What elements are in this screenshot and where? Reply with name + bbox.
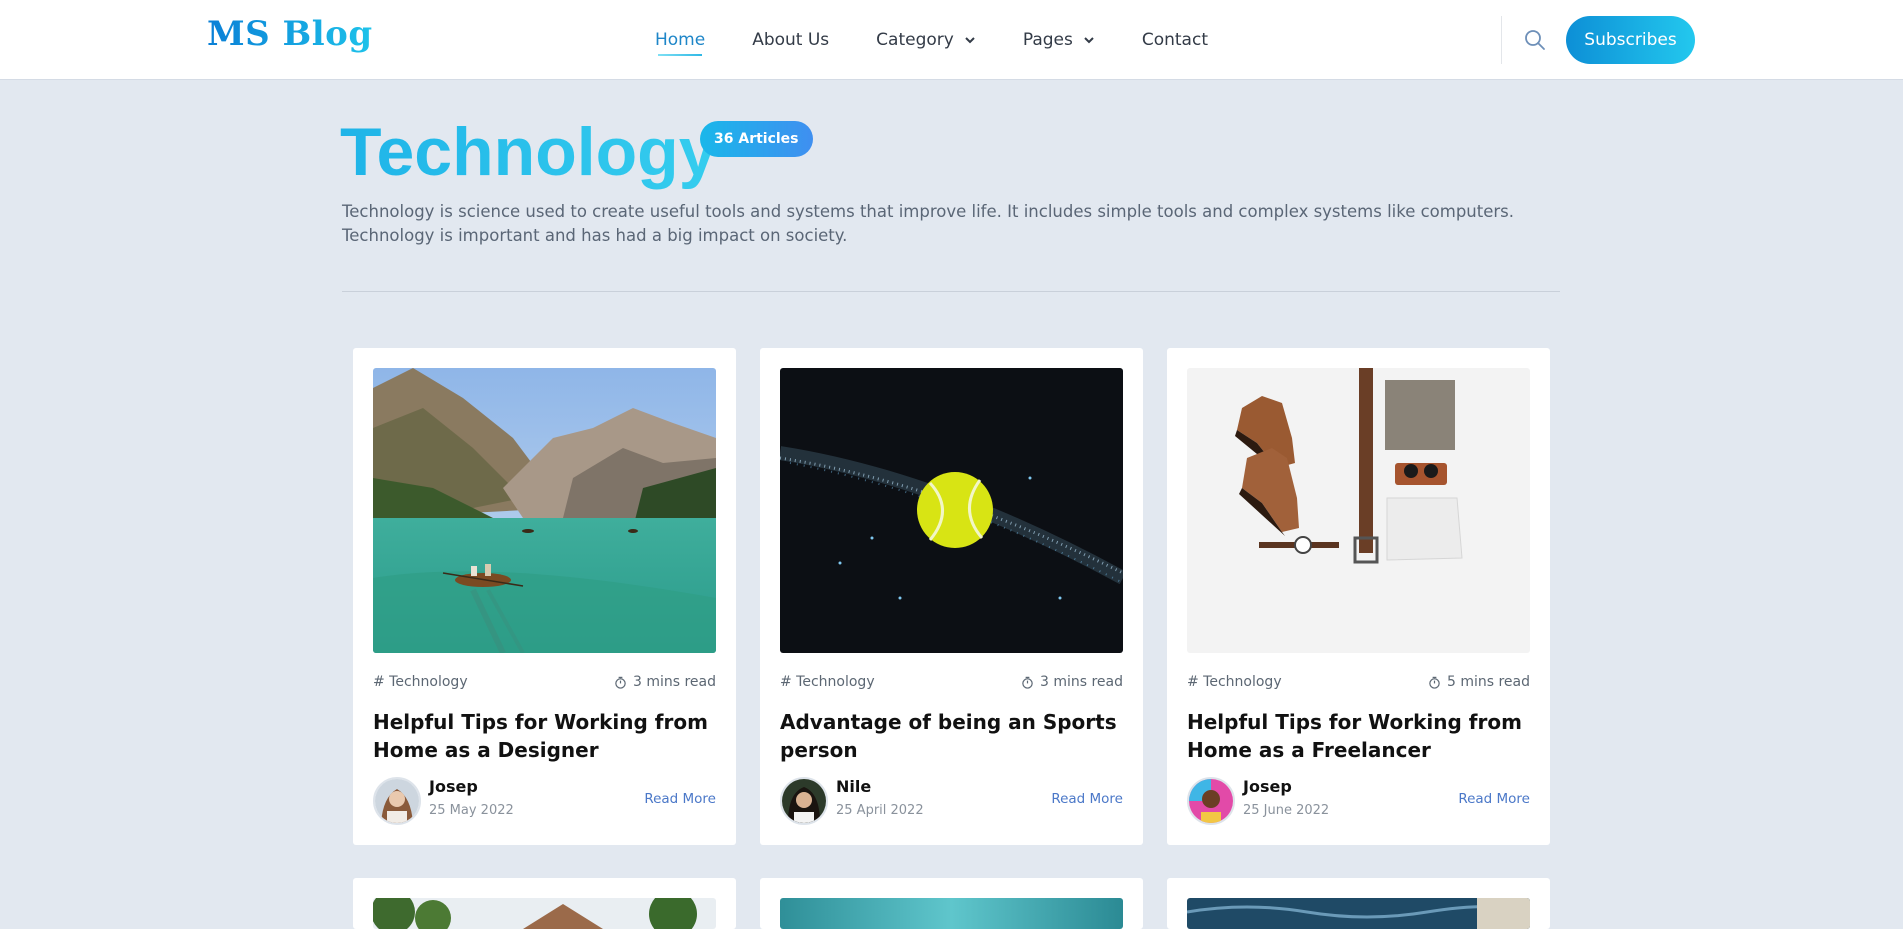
post-category-tag[interactable]: # Technology: [780, 674, 875, 690]
read-more-link[interactable]: Read More: [644, 791, 716, 807]
nav-contact[interactable]: Contact: [1142, 30, 1208, 50]
post-card[interactable]: [353, 878, 736, 929]
author-avatar: [780, 777, 828, 825]
author-row: Josep 25 May 2022 Read More: [373, 777, 716, 825]
post-card[interactable]: # Technology 3 mins read Helpful Tips fo…: [353, 348, 736, 845]
nav-category-label: Category: [876, 30, 954, 50]
post-image[interactable]: [373, 898, 716, 929]
nav-about-us-label: About Us: [752, 30, 830, 50]
article-count-badge: 36 Articles: [700, 121, 813, 157]
nav-about-us[interactable]: About Us: [752, 30, 829, 50]
post-title[interactable]: Advantage of being an Sports person: [780, 708, 1123, 764]
house-trees-image: [373, 898, 716, 929]
stopwatch-icon: [1429, 676, 1440, 689]
header-divider: [1501, 16, 1502, 64]
site-logo[interactable]: MS Blog: [207, 14, 373, 54]
post-card[interactable]: [1167, 878, 1550, 929]
nav-home-label: Home: [655, 30, 706, 50]
post-card[interactable]: [760, 878, 1143, 929]
post-card[interactable]: # Technology 5 mins read Helpful Tips fo…: [1167, 348, 1550, 845]
read-time-label: 3 mins read: [632, 674, 716, 690]
nav-home[interactable]: Home: [655, 30, 706, 56]
nav-pages-label: Pages: [1022, 30, 1073, 50]
subscribe-button[interactable]: Subscribes: [1566, 16, 1695, 64]
boots-flatlay-image: [1187, 368, 1530, 653]
chevron-down-icon: [965, 37, 975, 44]
post-image[interactable]: [1187, 368, 1530, 653]
post-date: 25 June 2022: [1243, 803, 1330, 818]
site-header: MS Blog Home About Us Category Pages Con…: [0, 0, 1903, 80]
chevron-down-icon: [1084, 37, 1094, 44]
read-more-link[interactable]: Read More: [1051, 791, 1123, 807]
post-date: 25 May 2022: [429, 803, 514, 818]
post-category-tag[interactable]: # Technology: [1187, 674, 1282, 690]
tennis-ball-image: [780, 368, 1123, 653]
read-more-link[interactable]: Read More: [1458, 791, 1530, 807]
post-card[interactable]: # Technology 3 mins read Advantage of be…: [760, 348, 1143, 845]
post-title[interactable]: Helpful Tips for Working from Home as a …: [373, 708, 716, 764]
author-avatar: [373, 777, 421, 825]
ocean-waves-image: [1187, 898, 1530, 929]
post-image[interactable]: [1187, 898, 1530, 929]
read-time: 3 mins read: [1021, 674, 1123, 690]
read-time-label: 3 mins read: [1039, 674, 1123, 690]
category-description: Technology is science used to create use…: [342, 202, 1515, 245]
author-name[interactable]: Josep: [429, 777, 478, 796]
post-meta: # Technology 3 mins read: [780, 674, 1123, 690]
section-divider: [342, 291, 1560, 292]
read-time-label: 5 mins read: [1446, 674, 1530, 690]
author-row: Josep 25 June 2022 Read More: [1187, 777, 1530, 825]
post-date: 25 April 2022: [836, 803, 924, 818]
author-row: Nile 25 April 2022 Read More: [780, 777, 1123, 825]
nav-contact-label: Contact: [1141, 30, 1208, 50]
read-time: 5 mins read: [1428, 674, 1530, 690]
post-image[interactable]: [780, 368, 1123, 653]
author-avatar: [1187, 777, 1235, 825]
nav-pages[interactable]: Pages: [1023, 30, 1095, 50]
post-image[interactable]: [780, 898, 1123, 929]
stopwatch-icon: [615, 676, 626, 689]
mountain-lake-image: [373, 368, 716, 653]
read-time: 3 mins read: [614, 674, 716, 690]
post-category-tag[interactable]: # Technology: [373, 674, 468, 690]
page-title: Technology: [340, 114, 717, 190]
post-meta: # Technology 3 mins read: [373, 674, 716, 690]
teal-sky-image: [780, 898, 1123, 929]
post-title[interactable]: Helpful Tips for Working from Home as a …: [1187, 708, 1530, 764]
post-image[interactable]: [373, 368, 716, 653]
post-meta: # Technology 5 mins read: [1187, 674, 1530, 690]
main-nav: Home About Us Category Pages Contact: [655, 0, 1255, 80]
author-name[interactable]: Josep: [1243, 777, 1292, 796]
nav-category[interactable]: Category: [876, 30, 976, 50]
stopwatch-icon: [1022, 676, 1033, 689]
author-name[interactable]: Nile: [836, 777, 871, 796]
search-icon[interactable]: [1523, 28, 1547, 52]
